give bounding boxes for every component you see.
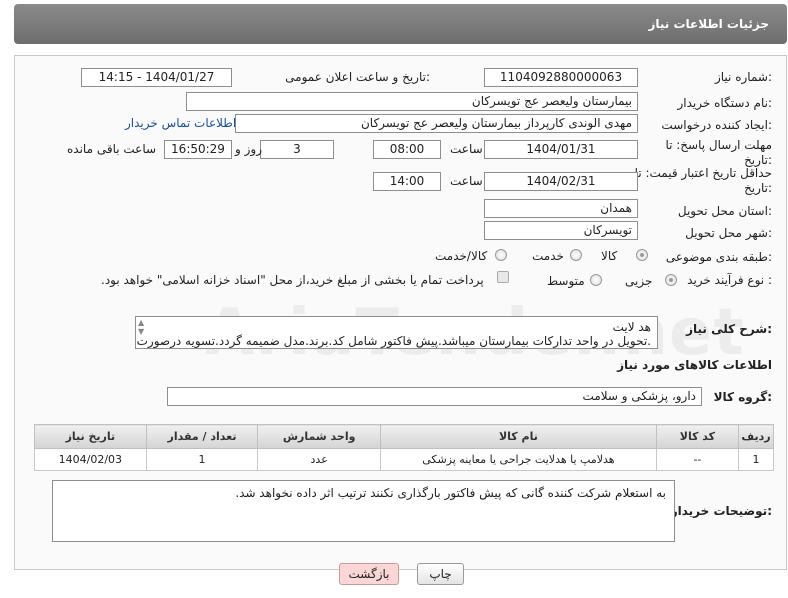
category-service-label: خدمت <box>532 249 564 263</box>
need-number-field: 1104092880000063 <box>484 68 638 87</box>
announce-label: تاریخ و ساعت اعلان عمومی: <box>285 70 430 84</box>
back-button[interactable]: بازگشت <box>339 563 399 585</box>
col-row: ردیف <box>737 424 775 449</box>
cell-code: -- <box>655 448 739 471</box>
cell-unit: عدد <box>257 448 381 471</box>
remaining-time-label: ساعت باقی مانده <box>67 142 157 156</box>
goods-group-label: گروه کالا: <box>713 390 772 404</box>
goods-table-header: ردیف کد کالا نام کالا واحد شمارش تعداد /… <box>34 424 775 449</box>
treasury-payment-checkbox[interactable] <box>497 271 509 283</box>
goods-group-field: دارو، پزشکی و سلامت <box>167 387 702 406</box>
buyer-notes-label: توضیحات خریدار: <box>670 504 772 518</box>
announce-field: 1404/01/27 - 14:15 <box>81 68 232 87</box>
print-button[interactable]: چاپ <box>417 563 464 585</box>
page-title: جزئیات اطلاعات نیاز <box>648 17 769 31</box>
days-field: 3 <box>260 140 334 159</box>
price-date-field: 1404/02/31 <box>484 172 638 191</box>
province-label: استان محل تحویل: <box>677 204 772 218</box>
col-date: تاریخ نیاز <box>34 424 147 449</box>
cell-row: 1 <box>737 448 775 471</box>
process-minor-label: جزیی <box>625 274 653 288</box>
description-line-2: .تحویل در واحد تدارکات بیمارستان میباشد.… <box>136 334 651 348</box>
buyer-notes-box: به استعلام شرکت کننده گانی که پیش فاکتور… <box>52 480 675 542</box>
city-label: شهر محل تحویل: <box>685 226 772 240</box>
cell-date: 1404/02/03 <box>34 448 147 471</box>
price-time-field: 14:00 <box>373 172 441 191</box>
remaining-time-field: 16:50:29 <box>164 140 232 159</box>
category-goods-radio[interactable] <box>636 249 648 261</box>
category-label: طبقه بندی موضوعی: <box>665 250 772 264</box>
col-code: کد کالا <box>655 424 739 449</box>
scroll-up-icon[interactable]: ▲ <box>138 319 148 327</box>
need-number-label: شماره نیاز: <box>714 70 772 84</box>
process-medium-radio[interactable] <box>590 274 602 286</box>
category-goods-service-radio[interactable] <box>495 249 507 261</box>
reply-deadline-label: مهلت ارسال پاسخ: تا تاریخ: <box>665 138 772 167</box>
buyer-org-field: بیمارستان ولیعصر عج تویسرکان <box>186 92 638 111</box>
province-field: همدان <box>484 199 638 218</box>
process-medium-label: متوسط <box>547 274 585 288</box>
cell-name: هدلامپ یا هدلایت جراحی یا معاینه پزشکی <box>379 448 657 471</box>
buyer-org-label: نام دستگاه خریدار: <box>677 96 773 110</box>
goods-section-title: اطلاعات کالاهای مورد نیاز <box>617 358 772 372</box>
creator-label: ایجاد کننده درخواست: <box>661 118 772 132</box>
reply-time-label: ساعت <box>450 142 483 156</box>
city-field: تویسرکان <box>484 221 638 240</box>
description-line-1: هد لایت <box>612 320 651 334</box>
treasury-payment-note: پرداخت تمام یا بخشی از مبلغ خرید،از محل … <box>101 273 484 287</box>
category-service-radio[interactable] <box>570 249 582 261</box>
process-label: نوع فرآیند خرید : <box>687 273 772 287</box>
category-goods-label: کالا <box>601 249 618 263</box>
process-minor-radio[interactable] <box>665 274 677 286</box>
buyer-contact-link[interactable]: اطلاعات تماس خریدار <box>125 116 236 130</box>
price-time-label: ساعت <box>450 174 483 188</box>
creator-field: مهدی الوندی کارپرداز بیمارستان ولیعصر عج… <box>235 114 638 133</box>
cell-qty: 1 <box>145 448 259 471</box>
buyer-notes-text: به استعلام شرکت کننده گانی که پیش فاکتور… <box>235 486 666 500</box>
col-unit: واحد شمارش <box>257 424 381 449</box>
header-bar: جزئیات اطلاعات نیاز <box>14 4 787 44</box>
reply-time-field: 08:00 <box>373 140 441 159</box>
table-row[interactable]: 1 -- هدلامپ یا هدلایت جراحی یا معاینه پز… <box>34 448 775 471</box>
col-qty: تعداد / مقدار <box>145 424 259 449</box>
col-name: نام کالا <box>379 424 657 449</box>
description-textarea[interactable]: هد لایت .تحویل در واحد تدارکات بیمارستان… <box>135 316 658 349</box>
reply-date-field: 1404/01/31 <box>484 140 638 159</box>
description-label: شرح کلی نیاز: <box>686 322 772 336</box>
scroll-down-icon[interactable]: ▼ <box>138 328 148 336</box>
days-label: روز و <box>235 142 262 156</box>
category-goods-service-label: کالا/خدمت <box>435 249 488 263</box>
goods-table: ردیف کد کالا نام کالا واحد شمارش تعداد /… <box>34 424 775 471</box>
price-deadline-label: حداقل تاریخ اعتبار قیمت: تا تاریخ: <box>634 166 772 195</box>
